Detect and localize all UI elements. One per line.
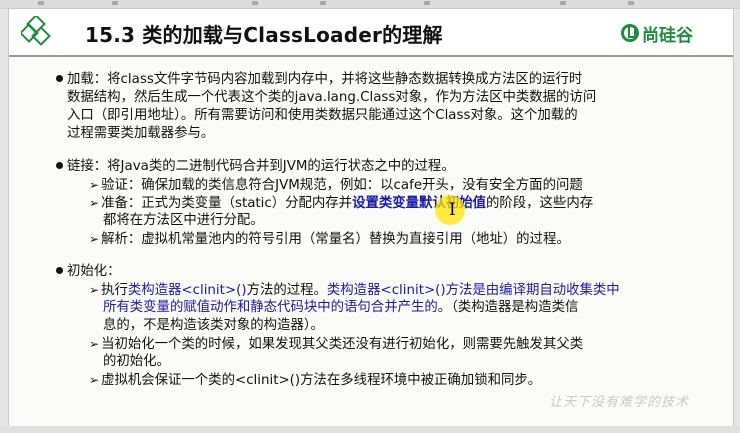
init-line-6: ➢ 虚拟机会保证一个类的<clinit>()方法在多线程环境中被正确加锁和同步。: [89, 371, 541, 390]
link-verify: ➢ 验证：确保加载的类信息符合JVM规范，例如：以cafe开头，没有安全方面的问题: [89, 176, 583, 195]
slide-header: 15.3 类的加载与ClassLoader的理解 尚硅谷: [9, 9, 733, 55]
clinit-highlight-2: 类构造器<clinit>()方法是由编译期自动收集类中: [326, 283, 620, 298]
bullet-icon: [56, 267, 63, 274]
arrow-icon: ➢: [89, 196, 100, 210]
toolbar-tick: [424, 1, 430, 5]
header-divider: [9, 55, 733, 57]
arrow-icon: ➢: [89, 178, 100, 192]
slide-title: 15.3 类的加载与ClassLoader的理解: [85, 23, 443, 47]
arrow-icon: ➢: [89, 373, 100, 387]
init-line-2: 所有类变量的赋值动作和静态代码块中的语句合并产生的。（类构造器是构造类信: [103, 299, 578, 317]
prepare-text: 准备：正式为类变量（static）分配内存并: [101, 196, 353, 211]
toolbar-tick: [38, 1, 44, 5]
brand-logo: 尚硅谷: [621, 22, 693, 46]
init-text: 虚拟机会保证一个类的<clinit>()方法在多线程环境中被正确加锁和同步。: [101, 373, 542, 388]
slide-body: 加载：将class文件字节码内容加载到内存中，并将这些静态数据转换成方法区的运行…: [9, 59, 733, 427]
load-line-4: 过程需要类加载器参与。: [67, 126, 215, 141]
arrow-icon: ➢: [89, 283, 100, 297]
bullet-icon: [56, 162, 63, 169]
logo-text: 尚硅谷: [642, 25, 693, 46]
clinit-highlight-3: 所有类变量的赋值动作和静态代码块中的语句合并产生的: [103, 300, 438, 315]
toolbar-tick: [560, 1, 566, 5]
load-line-2: 数据结构，然后生成一个代表这个类的java.lang.Class对象，作为方法区…: [67, 90, 597, 105]
diamond-logo-icon: [21, 16, 51, 46]
watermark: 让天下没有难学的技术: [549, 395, 690, 410]
init-line-4: ➢ 当初始化一个类的时候，如果发现其父类还没有进行初始化，则需要先触发其父类: [89, 335, 583, 354]
arrow-icon: ➢: [89, 232, 100, 246]
init-text: 执行: [101, 283, 128, 298]
init-line-1: ➢ 执行类构造器<clinit>()方法的过程。类构造器<clinit>()方法是…: [89, 281, 620, 300]
init-heading-text: 初始化：: [67, 264, 121, 279]
load-line-1: 加载：将class文件字节码内容加载到内存中，并将这些静态数据转换成方法区的运行…: [56, 71, 582, 89]
toolbar-tick: [628, 1, 634, 5]
prepare-text-after: 的阶段，这些内存: [485, 196, 594, 211]
arrow-icon: ➢: [89, 337, 100, 351]
bullet-icon: [56, 75, 63, 82]
link-prepare-2: 都将在方法区中进行分配。: [103, 213, 264, 228]
clinit-highlight: 类构造器<clinit>(): [127, 283, 247, 298]
link-heading: 链接：将Java类的二进制代码合并到JVM的运行状态之中的过程。: [56, 158, 455, 176]
init-heading: 初始化：: [56, 263, 121, 281]
init-line-3: 息的，不是构造该类对象的构造器）。: [103, 318, 324, 333]
load-line-3: 入口（即引用地址）。所有需要访问和使用类数据只能通过这个Class对象。这个加载…: [67, 108, 578, 123]
link-prepare: ➢ 准备：正式为类变量（static）分配内存并设置类变量默认初始值的阶段，这些内…: [89, 194, 593, 213]
toolbar-tick: [112, 1, 118, 5]
bottom-window-strip: [0, 426, 740, 433]
init-text: 方法的过程。: [246, 283, 327, 298]
resolve-text: 解析：虚拟机常量池内的符号引用（常量名）替换为直接引用（地址）的过程。: [101, 232, 570, 247]
init-line-5: 的初始化。: [103, 354, 170, 369]
init-text: 当初始化一个类的时候，如果发现其父类还没有进行初始化，则需要先触发其父类: [101, 337, 584, 352]
init-text: 。（类构造器是构造类信: [437, 300, 579, 315]
logo-mark-icon: [621, 24, 639, 42]
load-text: 加载：将class文件字节码内容加载到内存中，并将这些静态数据转换成方法区的运行…: [67, 72, 583, 87]
prepare-highlight: 设置类变量默认初始值: [352, 196, 486, 211]
text-cursor-icon: I: [449, 200, 456, 220]
verify-text: 验证：确保加载的类信息符合JVM规范，例如：以cafe开头，没有安全方面的问题: [101, 178, 583, 193]
slide: 15.3 类的加载与ClassLoader的理解 尚硅谷 加载：将class文件…: [8, 8, 734, 428]
toolbar-tick: [252, 1, 258, 5]
link-heading-text: 链接：将Java类的二进制代码合并到JVM的运行状态之中的过程。: [67, 159, 455, 174]
link-resolve: ➢ 解析：虚拟机常量池内的符号引用（常量名）替换为直接引用（地址）的过程。: [89, 230, 570, 249]
toolbar-tick: [320, 1, 326, 5]
